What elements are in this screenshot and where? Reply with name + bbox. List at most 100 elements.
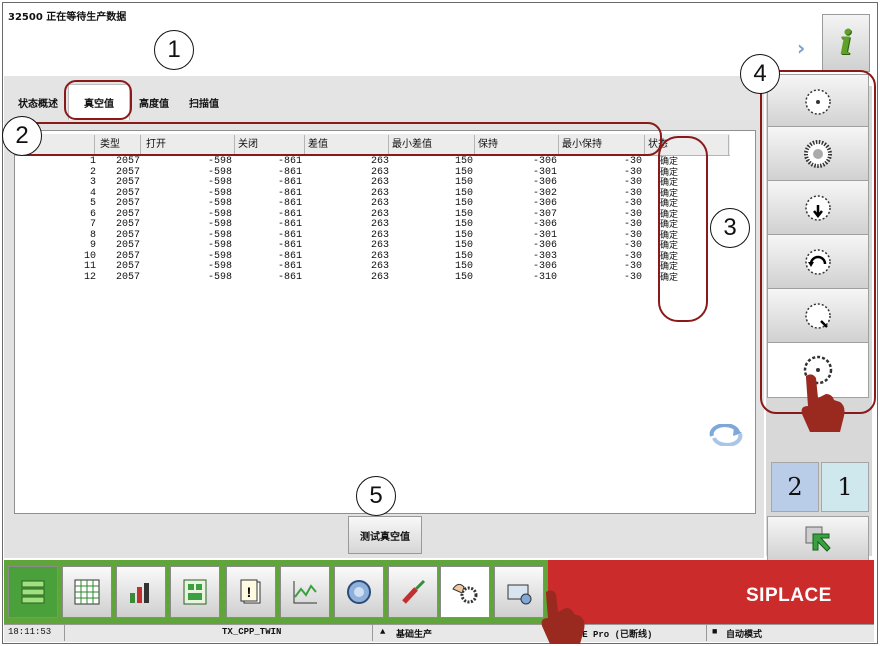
- cell-hold: -306: [532, 240, 557, 251]
- cell-min-diff: 150: [454, 250, 473, 262]
- hand-gear-icon: [452, 583, 478, 604]
- tab-scan-values[interactable]: 扫描值: [182, 84, 226, 120]
- dock-maintenance-button[interactable]: [440, 566, 490, 618]
- tab-height-values[interactable]: 高度值: [132, 84, 176, 120]
- table-row[interactable]: 9 2057 -598 -861 263 150 -306 -30 确定: [15, 240, 715, 251]
- cell-min-diff: 150: [454, 166, 473, 178]
- table-row[interactable]: 5 2057 -598 -861 263 150 -306 -30 确定: [15, 198, 715, 209]
- cell-open: -598: [207, 208, 232, 220]
- cell-close: -861: [277, 271, 302, 283]
- cell-diff: 263: [370, 198, 389, 209]
- callout-2: 2: [2, 116, 42, 156]
- table-row[interactable]: 7 2057 -598 -861 263 150 -306 -30 确定: [15, 219, 715, 230]
- highlight-side-toolbar: [760, 70, 876, 414]
- cell-diff: 263: [370, 187, 389, 199]
- cell-min-diff: 150: [454, 219, 473, 230]
- page-title: 32500 正在等待生产数据: [8, 12, 127, 23]
- cell-open: -598: [207, 271, 232, 283]
- cell-open: -598: [207, 219, 232, 230]
- dock-trend-button[interactable]: [280, 566, 330, 618]
- table-row[interactable]: 2 2057 -598 -861 263 150 -301 -30 确定: [15, 166, 715, 178]
- table-row[interactable]: 12 2057 -598 -861 263 150 -310 -30 确定: [15, 271, 715, 283]
- dock-settings-button[interactable]: [494, 566, 544, 618]
- dock-grid-button[interactable]: [62, 566, 112, 618]
- cell-close: -861: [277, 177, 302, 188]
- layout-icon: [183, 579, 207, 605]
- cell-min-hold: -30: [623, 208, 642, 220]
- cell-min-diff: 150: [454, 271, 473, 283]
- cell-type: 2057: [115, 229, 140, 241]
- cell-type: 2057: [115, 261, 140, 272]
- user-icon: ▲: [380, 627, 386, 637]
- info-button[interactable]: i: [822, 14, 870, 72]
- mode-1-label: 1: [837, 473, 853, 501]
- cell-type: 2057: [115, 198, 140, 209]
- table-row[interactable]: 11 2057 -598 -861 263 150 -306 -30 确定: [15, 261, 715, 272]
- table-row[interactable]: 4 2057 -598 -861 263 150 -302 -30 确定: [15, 187, 715, 199]
- mode-1-button[interactable]: 1: [821, 462, 869, 512]
- cell-diff: 263: [370, 219, 389, 230]
- callout-1: 1: [154, 30, 194, 70]
- cell-min-diff: 150: [454, 198, 473, 209]
- cell-min-hold: -30: [623, 240, 642, 251]
- cell-hold: -306: [532, 198, 557, 209]
- cell-close: -861: [277, 261, 302, 272]
- stack-icon: [21, 580, 45, 604]
- cell-open: -598: [207, 166, 232, 178]
- callout-5: 5: [356, 476, 396, 516]
- cell-nozzle: 5: [89, 198, 96, 209]
- status-divider: [372, 625, 373, 641]
- cell-nozzle: 1: [89, 156, 96, 167]
- highlight-status-column: [658, 136, 708, 322]
- table-row[interactable]: 10 2057 -598 -861 263 150 -303 -30 确定: [15, 250, 715, 262]
- cell-nozzle: 11: [83, 261, 96, 272]
- cell-min-hold: -30: [623, 229, 642, 241]
- status-divider: [64, 625, 65, 641]
- cell-open: -598: [207, 198, 232, 209]
- table-row[interactable]: 6 2057 -598 -861 263 150 -307 -30 确定: [15, 208, 715, 220]
- dock-alerts-button[interactable]: !: [226, 566, 276, 618]
- table-row[interactable]: 8 2057 -598 -861 263 150 -301 -30 确定: [15, 229, 715, 241]
- table-row[interactable]: 1 2057 -598 -861 263 150 -306 -30 确定: [15, 156, 715, 167]
- cell-type: 2057: [115, 240, 140, 251]
- cell-type: 2057: [115, 156, 140, 167]
- cell-min-diff: 150: [454, 208, 473, 220]
- test-vacuum-button[interactable]: 测试真空值: [348, 516, 422, 554]
- dock-tools-button[interactable]: [388, 566, 438, 618]
- cell-open: -598: [207, 250, 232, 262]
- callout-4: 4: [740, 54, 780, 94]
- dock-camera-button[interactable]: [334, 566, 384, 618]
- refresh-icon[interactable]: [708, 424, 744, 446]
- cell-nozzle: 4: [89, 187, 96, 199]
- cell-diff: 263: [370, 156, 389, 167]
- cell-diff: 263: [370, 229, 389, 241]
- info-icon: i: [839, 23, 853, 63]
- cell-hold: -301: [532, 229, 557, 241]
- dock-layout-button[interactable]: [170, 566, 220, 618]
- status-station: TX_CPP_TWIN: [222, 627, 282, 637]
- cell-min-hold: -30: [623, 177, 642, 188]
- status-time: 18:11:53: [8, 627, 52, 637]
- machine-icon: [507, 584, 532, 605]
- mode-2-button[interactable]: 2: [771, 462, 819, 512]
- cell-close: -861: [277, 187, 302, 199]
- cell-close: -861: [277, 166, 302, 178]
- navigate-button[interactable]: [767, 516, 869, 562]
- cell-diff: 263: [370, 208, 389, 220]
- cell-hold: -307: [532, 208, 557, 220]
- cell-diff: 263: [370, 271, 389, 283]
- chevron-right-icon[interactable]: ›: [797, 36, 805, 60]
- tab-status-overview[interactable]: 状态概述: [10, 84, 66, 120]
- cell-close: -861: [277, 229, 302, 241]
- cell-diff: 263: [370, 177, 389, 188]
- cell-close: -861: [277, 198, 302, 209]
- dock-production-button[interactable]: [8, 566, 58, 618]
- dock-bar-chart-button[interactable]: [116, 566, 166, 618]
- cell-nozzle: 3: [89, 177, 96, 188]
- cell-min-diff: 150: [454, 261, 473, 272]
- cell-diff: 263: [370, 250, 389, 262]
- cell-close: -861: [277, 250, 302, 262]
- table-row[interactable]: 3 2057 -598 -861 263 150 -306 -30 确定: [15, 177, 715, 188]
- cell-min-hold: -30: [623, 250, 642, 262]
- cell-nozzle: 2: [89, 166, 96, 178]
